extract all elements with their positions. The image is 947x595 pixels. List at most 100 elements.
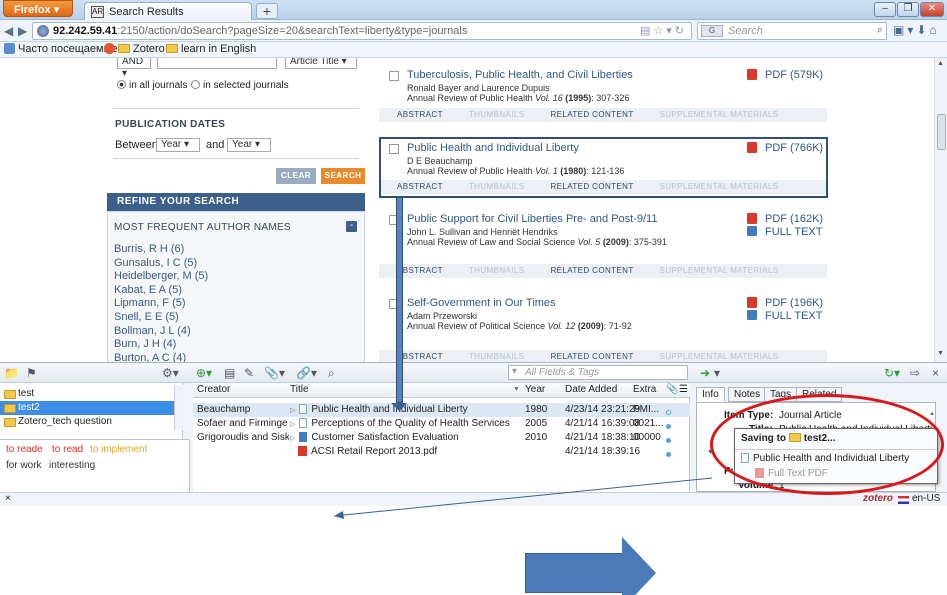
full-text-link[interactable]: FULL TEXT [747,226,822,238]
thumbnails-tab[interactable]: THUMBNAILS [469,110,525,119]
search-term-input[interactable] [157,58,277,69]
bookmark-most-visited[interactable]: Часто посещаемые [4,43,118,55]
tag-for-work[interactable]: for work [6,460,42,471]
column-year[interactable]: Year [525,384,545,395]
author-facet[interactable]: Gunsalus, I C (5) [114,257,197,269]
forward-icon[interactable]: ▶ [18,24,27,38]
close-pane-icon[interactable]: × [5,493,11,504]
related-content-tab[interactable]: RELATED CONTENT [550,110,633,119]
new-group-icon[interactable]: ⚑ [26,366,37,380]
author-facet[interactable]: Lipmann, F (5) [114,297,186,309]
column-extra[interactable]: Extra [633,384,656,395]
bookmark-star-icon[interactable]: ▤☆▾↻ [640,24,687,37]
related-content-tab[interactable]: RELATED CONTENT [550,266,633,275]
link-icon[interactable]: 🔗▾ [296,366,317,380]
thumbnails-tab[interactable]: THUMBNAILS [469,266,525,275]
site-identity-icon[interactable] [37,25,49,37]
fullscreen-icon[interactable]: ⇨ [910,366,920,380]
locate-icon[interactable]: ⌕ [328,366,335,381]
pdf-link[interactable]: PDF (196K) [747,297,823,309]
back-icon[interactable]: ◀ [4,24,13,38]
field-type-select[interactable]: Article Title ▾ [285,58,357,69]
author-facet[interactable]: Burn, J H (4) [114,338,176,350]
thumbnails-tab[interactable]: THUMBNAILS [469,352,525,361]
url-bar[interactable]: 92.242.59.41:2150/action/doSearch?pageSi… [32,22,692,40]
author-facet[interactable]: Bollman, J L (4) [114,325,191,337]
scroll-down-icon[interactable]: ▼ [937,350,944,357]
clear-button[interactable]: CLEAR [276,168,316,184]
bookmark-learn-english[interactable]: learn in English [166,43,256,55]
expand-icon[interactable]: ▷ [290,434,295,442]
firefox-menu-button[interactable]: Firefox ▾ [3,0,73,17]
scroll-up-icon[interactable]: ▲ [929,411,935,417]
scroll-up-icon[interactable]: ▲ [937,60,944,67]
new-tab-button[interactable]: + [256,3,278,19]
go-forward-icon[interactable]: ➜ [700,366,710,380]
actions-gear-icon[interactable]: ⚙▾ [162,366,179,380]
author-facet[interactable]: Heidelberger, M (5) [114,270,208,282]
expand-icon[interactable]: ▷ [290,406,295,414]
attachment-icon[interactable]: 📎▾ [264,366,285,380]
result-checkbox[interactable] [389,71,399,81]
year-to-select[interactable]: Year ▾ [227,138,271,152]
result-title-link[interactable]: Self-Government in Our Times [407,297,556,309]
tag-to-reade[interactable]: to reade [6,444,43,455]
sync-icon[interactable]: ↻▾ [884,366,900,380]
collection-item[interactable]: test [0,387,174,401]
tab-search-results[interactable]: AR Search Results [84,2,252,20]
column-title[interactable]: Title [290,384,309,395]
supplemental-tab[interactable]: SUPPLEMENTAL MATERIALS [660,110,779,119]
author-facet[interactable]: Kabat, E A (5) [114,284,182,296]
tag-to-read[interactable]: to read [52,444,83,455]
pdf-link[interactable]: PDF (579K) [747,69,823,81]
maximize-icon[interactable]: ❐ [897,2,919,17]
close-icon[interactable]: ✕ [920,2,944,17]
author-facet[interactable]: Burton, A C (4) [114,352,186,362]
search-go-icon[interactable]: ⌕ [877,24,883,37]
result-title-link[interactable]: Tuberculosis, Public Health, and Civil L… [407,69,633,81]
bookmark-zotero[interactable]: Zotero [104,43,165,55]
collection-item[interactable]: Zotero_tech question [0,415,174,429]
new-item-icon[interactable]: ⊕▾ [196,366,212,380]
tag-to-implement[interactable]: to implement [90,444,147,455]
search-engine-icon[interactable]: G [701,25,723,37]
author-facet[interactable]: Burris, R H (6) [114,243,184,255]
collection-item[interactable]: test2 [0,401,174,415]
toolbar-icons[interactable]: ▣▾⬇⌂ [893,23,940,37]
table-row[interactable]: ACSI Retail Report 2013.pdf 4/21/14 18:3… [193,445,690,459]
scrollbar-thumb[interactable] [937,114,946,150]
supplemental-tab[interactable]: SUPPLEMENTAL MATERIALS [660,266,779,275]
abstract-tab[interactable]: ABSTRACT [397,352,443,361]
abstract-tab[interactable]: ABSTRACT [397,110,443,119]
add-note-icon[interactable]: ✎ [244,366,254,380]
minimize-icon[interactable]: – [874,2,896,17]
tab-info[interactable]: Info [696,387,725,402]
tab-notes[interactable]: Notes [728,387,767,402]
locale-label[interactable]: en-US [912,493,940,504]
page-scrollbar[interactable]: ▲ ▼ [934,58,947,362]
search-button[interactable]: SEARCH [321,168,365,184]
attachments-column-icon[interactable]: 📎 [666,384,678,395]
full-text-link[interactable]: FULL TEXT [747,310,822,322]
pdf-link[interactable]: PDF (162K) [747,213,823,225]
expand-icon[interactable]: ▷ [290,420,295,428]
zotero-close-icon[interactable]: × [932,366,939,380]
column-picker-icon[interactable]: ☰ [679,384,688,395]
result-title-link[interactable]: Public Support for Civil Liberties Pre- … [407,213,657,225]
column-date-added[interactable]: Date Added [565,384,617,395]
search-input[interactable]: G Search ⌕ [697,22,887,40]
table-row[interactable]: Beauchamp ▷ Public Health and Individual … [193,403,690,417]
supplemental-tab[interactable]: SUPPLEMENTAL MATERIALS [660,352,779,361]
scope-all-radio[interactable]: in all journals [117,80,187,91]
author-facet[interactable]: Snell, E E (5) [114,311,179,323]
zotero-search-input[interactable]: ▾ All Fields & Tags [508,365,688,380]
table-row[interactable]: Grigoroudis and Siskos ▷Customer Satisfa… [193,431,690,445]
abstract-tab[interactable]: ABSTRACT [397,266,443,275]
collapse-icon[interactable]: - [346,221,357,232]
operator-select[interactable]: AND ▾ [117,58,151,79]
tag-interesting[interactable]: interesting [49,460,95,471]
collections-scrollbar[interactable] [174,385,183,430]
related-content-tab[interactable]: RELATED CONTENT [550,352,633,361]
search-mode-icon[interactable]: ▾ [512,366,517,377]
menu-dropdown-icon[interactable]: ▾ [714,366,720,380]
